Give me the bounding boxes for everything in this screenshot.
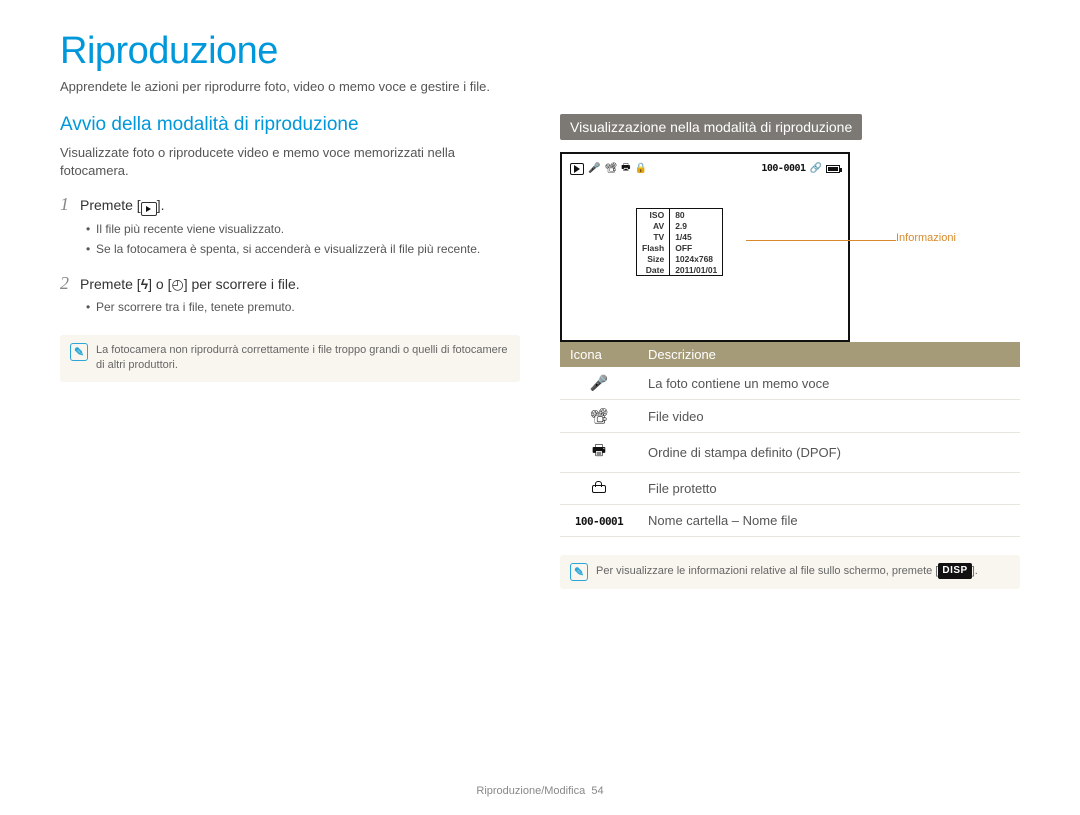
- table-row: 🖶 Ordine di stampa definito (DPOF): [560, 433, 1020, 473]
- note-box: ✎ Per visualizzare le informazioni relat…: [560, 555, 1020, 589]
- file-number: 100-0001: [761, 163, 805, 174]
- filenum-icon: 100-0001: [560, 505, 638, 537]
- battery-icon: [826, 165, 840, 173]
- page-subtitle: Apprendete le azioni per riprodurre foto…: [60, 79, 1020, 94]
- step-2-bullets: Per scorrere tra i file, tenete premuto.: [86, 298, 520, 317]
- printer-icon: 🖶: [621, 160, 630, 177]
- band-heading: Visualizzazione nella modalità di riprod…: [560, 114, 862, 140]
- step-1-bullets: Il file più recente viene visualizzato. …: [86, 220, 520, 258]
- page-title: Riproduzione: [60, 30, 1020, 73]
- camera-screen: 🎤 📽 🖶 🔒 100-0001 🔗 ISO80 AV2.9 TV1/45 Fl…: [560, 152, 850, 342]
- left-column: Avvio della modalità di riproduzione Vis…: [60, 114, 520, 589]
- step-2: 2 Premete [ϟ] o [◴] per scorrere i file.: [60, 273, 520, 294]
- table-row: 📽 File video: [560, 400, 1020, 433]
- section-desc: Visualizzate foto o riproducete video e …: [60, 144, 520, 180]
- play-button-icon: [141, 202, 157, 216]
- screen-info-box: ISO80 AV2.9 TV1/45 FlashOFF Size1024x768…: [636, 208, 723, 276]
- step-text: Premete [].: [80, 197, 164, 216]
- lock-icon: [560, 473, 638, 505]
- camera-screen-wrap: 🎤 📽 🖶 🔒 100-0001 🔗 ISO80 AV2.9 TV1/45 Fl…: [560, 152, 1020, 342]
- flash-icon: ϟ: [141, 276, 148, 292]
- video-file-icon: 📽: [604, 163, 617, 174]
- note-box: ✎ La fotocamera non riprodurrà correttam…: [60, 335, 520, 382]
- link-icon: 🔗: [810, 163, 822, 174]
- callout-label: Informazioni: [896, 232, 956, 244]
- note-text: La fotocamera non riprodurrà correttamen…: [96, 343, 510, 374]
- voice-memo-icon: 🎤: [588, 163, 600, 174]
- note-text: Per visualizzare le informazioni relativ…: [596, 563, 978, 579]
- table-row: File protetto: [560, 473, 1020, 505]
- bullet: Il file più recente viene visualizzato.: [86, 220, 520, 239]
- section-heading: Avvio della modalità di riproduzione: [60, 114, 520, 136]
- th-desc: Descrizione: [638, 342, 1020, 367]
- table-row: 100-0001 Nome cartella – Nome file: [560, 505, 1020, 537]
- lock-icon: 🔒: [635, 163, 647, 174]
- step-1: 1 Premete [].: [60, 194, 520, 216]
- play-mode-icon: [570, 163, 584, 175]
- step-text: Premete [ϟ] o [◴] per scorrere i file.: [80, 276, 300, 293]
- right-column: Visualizzazione nella modalità di riprod…: [560, 114, 1020, 589]
- disp-button-icon: DISP: [938, 563, 971, 579]
- callout-line: [746, 240, 896, 241]
- screen-top-bar: 🎤 📽 🖶 🔒 100-0001 🔗: [570, 160, 840, 177]
- th-icon: Icona: [560, 342, 638, 367]
- bullet: Per scorrere tra i file, tenete premuto.: [86, 298, 520, 317]
- step-number: 1: [60, 194, 80, 215]
- step-number: 2: [60, 273, 80, 294]
- bullet: Se la fotocamera è spenta, si accenderà …: [86, 240, 520, 259]
- voice-memo-icon: 🎤: [560, 367, 638, 400]
- timer-icon: ◴: [171, 276, 183, 292]
- video-file-icon: 📽: [560, 400, 638, 433]
- note-icon: ✎: [70, 343, 88, 361]
- note-icon: ✎: [570, 563, 588, 581]
- icon-table: Icona Descrizione 🎤 La foto contiene un …: [560, 342, 1020, 537]
- printer-icon: 🖶: [560, 433, 638, 473]
- footer: Riproduzione/Modifica 54: [0, 785, 1080, 797]
- table-row: 🎤 La foto contiene un memo voce: [560, 367, 1020, 400]
